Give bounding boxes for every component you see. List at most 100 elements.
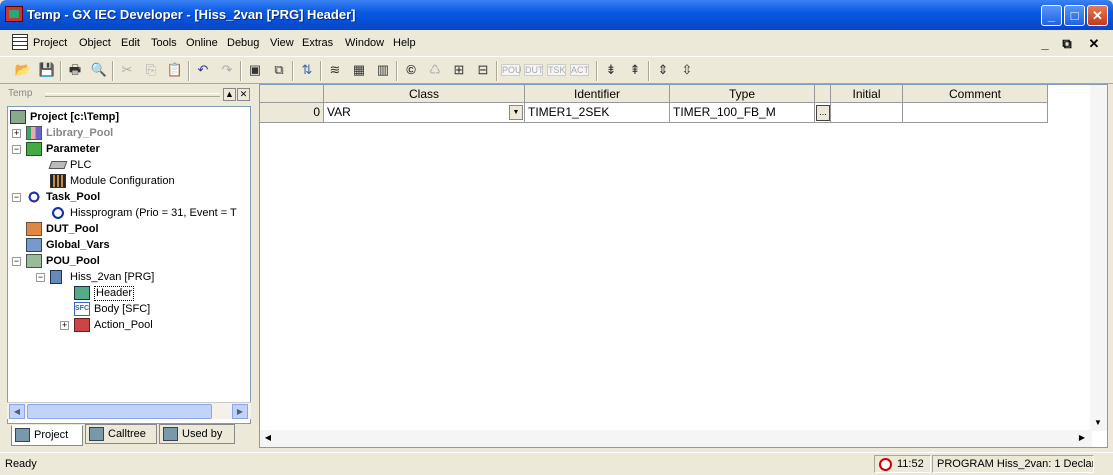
insert-col-icon[interactable]: ⇕ bbox=[654, 61, 672, 79]
col-header-identifier[interactable]: Identifier bbox=[525, 85, 670, 103]
initial-cell[interactable] bbox=[831, 103, 903, 123]
tree-item[interactable]: Hissprogram (Prio = 31, Event = T bbox=[8, 205, 250, 221]
title-bar: Temp - GX IEC Developer - [Hiss_2van [PR… bbox=[0, 0, 1113, 30]
scroll-thumb[interactable] bbox=[27, 404, 212, 419]
scroll-right-icon[interactable]: ▶ bbox=[1074, 430, 1090, 446]
class-cell[interactable]: VAR ▼ bbox=[324, 103, 525, 123]
windows-icon[interactable]: ⧉ bbox=[270, 61, 288, 79]
minimize-button[interactable]: _ bbox=[1041, 5, 1062, 26]
tree-item[interactable]: SFC Body [SFC] bbox=[8, 301, 250, 317]
project-tree[interactable]: Project [c:\Temp] + Library_Pool − Parameter… bbox=[7, 106, 251, 424]
menu-window[interactable]: Window bbox=[345, 37, 384, 49]
panel-close-button[interactable]: ✕ bbox=[237, 88, 250, 101]
compile-icon[interactable]: © bbox=[402, 61, 420, 79]
tree-item-label: Library_Pool bbox=[46, 127, 114, 139]
comment-cell[interactable] bbox=[903, 103, 1048, 123]
tsk-icon[interactable]: TSK bbox=[547, 64, 566, 76]
mdi-close-button[interactable]: ✕ bbox=[1086, 36, 1102, 52]
panel-title: Temp bbox=[8, 88, 33, 99]
scroll-left-icon[interactable]: ◀ bbox=[260, 430, 276, 446]
tree-item[interactable]: Module Configuration bbox=[8, 173, 250, 189]
tree-item[interactable]: Global_Vars bbox=[8, 237, 250, 253]
identifier-cell[interactable]: TIMER1_2SEK bbox=[525, 103, 670, 123]
print-preview-icon[interactable]: 🔍 bbox=[90, 61, 108, 79]
clock-icon bbox=[50, 206, 66, 220]
close-button[interactable]: ✕ bbox=[1087, 5, 1108, 26]
tree-item[interactable]: PLC bbox=[8, 157, 250, 173]
tree-item[interactable]: − Task_Pool bbox=[8, 189, 250, 205]
pou-icon[interactable]: POU bbox=[501, 64, 522, 76]
tree-item[interactable]: − POU_Pool bbox=[8, 253, 250, 269]
transfer-icon[interactable]: ⇅ bbox=[298, 61, 316, 79]
print-icon[interactable]: 🖶 bbox=[66, 61, 84, 79]
maximize-button[interactable]: □ bbox=[1064, 5, 1085, 26]
tab-used-by[interactable]: Used by bbox=[159, 424, 235, 444]
properties-icon[interactable]: ▣ bbox=[246, 61, 264, 79]
menu-tools[interactable]: Tools bbox=[151, 37, 177, 49]
paste-icon[interactable]: 📋 bbox=[166, 61, 184, 79]
mdi-restore-button[interactable]: ⧉ bbox=[1059, 36, 1075, 52]
task-icon bbox=[26, 190, 42, 204]
grid-vertical-scrollbar[interactable]: ▼ bbox=[1090, 85, 1107, 431]
network-icon[interactable]: ⊞ bbox=[450, 61, 468, 79]
tree-item[interactable]: DUT_Pool bbox=[8, 221, 250, 237]
tab-calltree[interactable]: Calltree bbox=[85, 424, 157, 444]
stack-icon[interactable]: ≋ bbox=[326, 61, 344, 79]
redo-icon[interactable]: ↷ bbox=[218, 61, 236, 79]
menu-online[interactable]: Online bbox=[186, 37, 218, 49]
tree-item[interactable]: Header bbox=[8, 285, 250, 301]
open-icon[interactable]: 📂 bbox=[14, 61, 32, 79]
row-index[interactable]: 0 bbox=[260, 103, 324, 123]
col-header-class[interactable]: Class bbox=[324, 85, 525, 103]
append-row-icon[interactable]: ⇞ bbox=[626, 61, 644, 79]
col-header-type[interactable]: Type bbox=[670, 85, 815, 103]
grid-horizontal-scrollbar[interactable]: ◀ ▶ bbox=[260, 430, 1092, 447]
collapse-icon[interactable]: − bbox=[36, 273, 45, 282]
menu-edit[interactable]: Edit bbox=[121, 37, 140, 49]
panel-dock-button[interactable]: ▲ bbox=[223, 88, 236, 101]
network2-icon[interactable]: ⊟ bbox=[474, 61, 492, 79]
delete-col-icon[interactable]: ⇳ bbox=[678, 61, 696, 79]
tree-item[interactable]: + Action_Pool bbox=[8, 317, 250, 333]
col-header-comment[interactable]: Comment bbox=[903, 85, 1048, 103]
panel-grip[interactable] bbox=[45, 93, 220, 97]
menu-view[interactable]: View bbox=[270, 37, 294, 49]
expand-icon[interactable]: + bbox=[60, 321, 69, 330]
tree-item[interactable]: − Parameter bbox=[8, 141, 250, 157]
menu-debug[interactable]: Debug bbox=[227, 37, 259, 49]
scroll-left-icon[interactable]: ◀ bbox=[9, 404, 25, 419]
scroll-down-icon[interactable]: ▼ bbox=[1090, 415, 1106, 431]
tree-item[interactable]: Project [c:\Temp] bbox=[8, 109, 250, 125]
insert-row-icon[interactable]: ⇟ bbox=[602, 61, 620, 79]
recycle-icon[interactable]: ♺ bbox=[426, 61, 444, 79]
type-browse-button[interactable]: ... bbox=[816, 105, 830, 121]
copy-icon[interactable]: ⎘ bbox=[142, 61, 160, 79]
scroll-right-icon[interactable]: ▶ bbox=[232, 404, 248, 419]
type-cell[interactable]: TIMER_100_FB_M bbox=[670, 103, 815, 123]
menu-extras[interactable]: Extras bbox=[302, 37, 333, 49]
grid2-icon[interactable]: ▥ bbox=[374, 61, 392, 79]
collapse-icon[interactable]: − bbox=[12, 257, 21, 266]
chevron-down-icon[interactable]: ▼ bbox=[509, 105, 523, 120]
mdi-minimize-button[interactable]: _ bbox=[1037, 36, 1053, 52]
tree-item-label: PLC bbox=[70, 159, 92, 171]
menu-help[interactable]: Help bbox=[393, 37, 416, 49]
expand-icon[interactable]: + bbox=[12, 129, 21, 138]
tree-horizontal-scrollbar[interactable]: ◀ ▶ bbox=[7, 402, 251, 419]
grid-icon[interactable]: ▦ bbox=[350, 61, 368, 79]
app-icon[interactable] bbox=[5, 6, 23, 22]
dut-icon[interactable]: DUT bbox=[524, 64, 544, 76]
save-icon[interactable]: 💾 bbox=[38, 61, 56, 79]
undo-icon[interactable]: ↶ bbox=[194, 61, 212, 79]
col-header-initial[interactable]: Initial bbox=[831, 85, 903, 103]
menu-project[interactable]: Project bbox=[33, 37, 67, 49]
cut-icon[interactable]: ✂ bbox=[118, 61, 136, 79]
collapse-icon[interactable]: − bbox=[12, 193, 21, 202]
collapse-icon[interactable]: − bbox=[12, 145, 21, 154]
menu-object[interactable]: Object bbox=[79, 37, 111, 49]
tree-item[interactable]: − Hiss_2van [PRG] bbox=[8, 269, 250, 285]
tab-project[interactable]: Project bbox=[11, 425, 83, 446]
act-icon[interactable]: ACT bbox=[570, 64, 589, 76]
tree-item[interactable]: + Library_Pool bbox=[8, 125, 250, 141]
document-icon[interactable] bbox=[12, 34, 28, 50]
